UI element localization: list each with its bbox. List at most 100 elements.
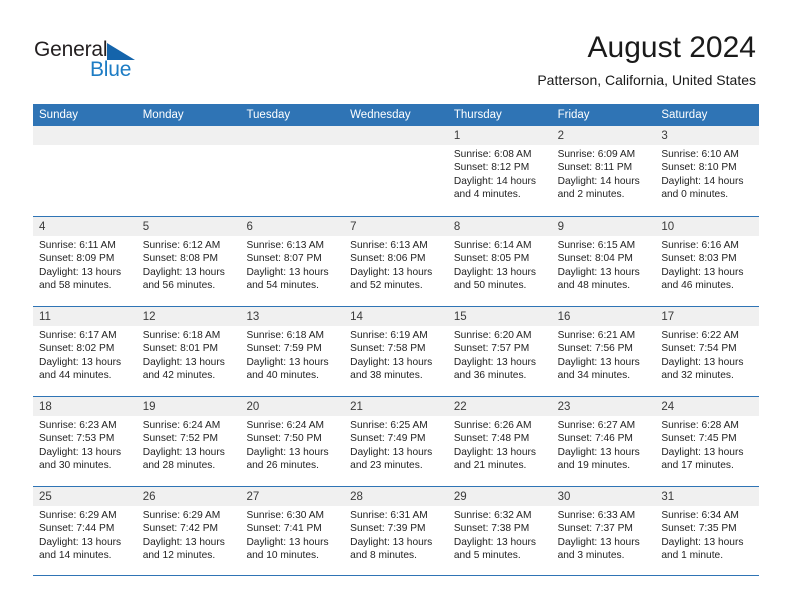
day-cell-1[interactable]: 1 Sunrise: 6:08 AM Sunset: 8:12 PM Daylight… (447, 126, 552, 216)
day-cell-19[interactable]: 19 Sunrise: 6:24 AM Sunset: 7:52 PM Dayligh… (136, 397, 241, 486)
day-cell-15[interactable]: 15 Sunrise: 6:20 AM Sunset: 7:57 PM Dayligh… (447, 307, 552, 396)
day-cell-31[interactable]: 31 Sunrise: 6:34 AM Sunset: 7:35 PM Dayligh… (655, 487, 760, 575)
day-number-band: 22 (447, 397, 552, 416)
day-cell-13[interactable]: 13 Sunrise: 6:18 AM Sunset: 7:59 PM Dayligh… (240, 307, 345, 396)
day-cell-22[interactable]: 22 Sunrise: 6:26 AM Sunset: 7:48 PM Dayligh… (447, 397, 552, 486)
day-details: Sunrise: 6:09 AM Sunset: 8:11 PM Daylight:… (552, 145, 656, 201)
day-number-band (344, 126, 448, 145)
day-details: Sunrise: 6:24 AM Sunset: 7:52 PM Daylight:… (137, 416, 241, 472)
day-number-band: 11 (33, 307, 137, 326)
daylight-text: Daylight: 13 hours (246, 536, 329, 548)
sunset-text: Sunset: 7:42 PM (142, 523, 219, 535)
day-cell-14[interactable]: 14 Sunrise: 6:19 AM Sunset: 7:58 PM Dayligh… (344, 307, 448, 396)
day-cell-23[interactable]: 23 Sunrise: 6:27 AM Sunset: 7:46 PM Dayligh… (551, 397, 656, 486)
day-number: 5 (142, 221, 150, 233)
day-cell-30[interactable]: 30 Sunrise: 6:33 AM Sunset: 7:37 PM Dayligh… (551, 487, 656, 575)
sunrise-text: Sunrise: 6:18 AM (246, 330, 325, 341)
sunset-text: Sunset: 7:37 PM (557, 523, 633, 535)
day-cell-5[interactable]: 5 Sunrise: 6:12 AM Sunset: 8:08 PM Daylight… (136, 217, 241, 306)
day-number: 14 (350, 311, 363, 323)
daylight-text: Daylight: 13 hours (557, 266, 640, 278)
sunset-text: Sunset: 7:44 PM (39, 523, 115, 535)
day-cell-24[interactable]: 24 Sunrise: 6:28 AM Sunset: 7:45 PM Dayligh… (655, 397, 760, 486)
day-cell-20[interactable]: 20 Sunrise: 6:24 AM Sunset: 7:50 PM Dayligh… (240, 397, 345, 486)
day-cell-3[interactable]: 3 Sunrise: 6:10 AM Sunset: 8:10 PM Daylight… (655, 126, 760, 216)
daylight-text: and 8 minutes. (350, 549, 417, 561)
day-cell-29[interactable]: 29 Sunrise: 6:32 AM Sunset: 7:38 PM Dayligh… (447, 487, 552, 575)
day-cell-16[interactable]: 16 Sunrise: 6:21 AM Sunset: 7:56 PM Dayligh… (551, 307, 656, 396)
sunrise-text: Sunrise: 6:30 AM (246, 510, 325, 521)
daylight-text: and 21 minutes. (453, 459, 527, 471)
day-cell-11[interactable]: 11 Sunrise: 6:17 AM Sunset: 8:02 PM Dayligh… (33, 307, 137, 396)
day-number: 15 (453, 311, 467, 323)
day-cell-8[interactable]: 8 Sunrise: 6:14 AM Sunset: 8:05 PM Daylight… (447, 217, 552, 306)
general-blue-logo[interactable]: General Blue (34, 38, 154, 82)
day-number-band (136, 126, 241, 145)
sunset-text: Sunset: 8:08 PM (142, 253, 219, 265)
day-number: 24 (661, 401, 675, 413)
day-cell-27[interactable]: 27 Sunrise: 6:30 AM Sunset: 7:41 PM Dayligh… (240, 487, 345, 575)
daylight-text: Daylight: 13 hours (142, 356, 225, 368)
calendar-grid: Sunday Monday Tuesday Wednesday Thursday Frid… (33, 104, 760, 576)
day-number-band: 4 (33, 217, 137, 236)
daylight-text: Daylight: 13 hours (557, 356, 640, 368)
day-details: Sunrise: 6:23 AM Sunset: 7:53 PM Daylight:… (33, 416, 137, 472)
sunrise-text: Sunrise: 6:18 AM (142, 330, 221, 341)
sunset-text: Sunset: 8:12 PM (453, 162, 530, 174)
day-details: Sunrise: 6:15 AM Sunset: 8:04 PM Daylight:… (552, 236, 656, 292)
day-number-band: 10 (655, 217, 760, 236)
day-cell-12[interactable]: 12 Sunrise: 6:18 AM Sunset: 8:01 PM Dayligh… (136, 307, 241, 396)
calendar-week-row: 11 Sunrise: 6:17 AM Sunset: 8:02 PM Dayligh… (33, 306, 760, 396)
day-cell-26[interactable]: 26 Sunrise: 6:29 AM Sunset: 7:42 PM Dayligh… (136, 487, 241, 575)
day-number-band: 17 (655, 307, 760, 326)
day-number: 31 (661, 491, 675, 503)
daylight-text: Daylight: 13 hours (39, 356, 122, 368)
day-cell-28[interactable]: 28 Sunrise: 6:31 AM Sunset: 7:39 PM Dayligh… (344, 487, 448, 575)
day-details: Sunrise: 6:32 AM Sunset: 7:38 PM Daylight:… (448, 506, 552, 562)
daylight-text: Daylight: 13 hours (350, 266, 433, 278)
day-number: 26 (142, 491, 156, 503)
day-cell-6[interactable]: 6 Sunrise: 6:13 AM Sunset: 8:07 PM Daylight… (240, 217, 345, 306)
sunrise-text: Sunrise: 6:33 AM (557, 510, 636, 521)
day-details: Sunrise: 6:16 AM Sunset: 8:03 PM Daylight:… (655, 236, 759, 292)
day-number: 16 (557, 311, 571, 323)
calendar-page: General Blue August 2024 Patterson, Cali… (0, 0, 792, 612)
daylight-text: and 3 minutes. (557, 549, 625, 561)
daylight-text: and 17 minutes. (661, 459, 734, 471)
day-cell-21[interactable]: 21 Sunrise: 6:25 AM Sunset: 7:49 PM Dayligh… (344, 397, 448, 486)
sunrise-text: Sunrise: 6:26 AM (453, 420, 532, 431)
sunset-text: Sunset: 7:35 PM (661, 523, 737, 535)
day-cell-2[interactable]: 2 Sunrise: 6:09 AM Sunset: 8:11 PM Daylight… (551, 126, 656, 216)
day-number-band: 20 (240, 397, 345, 416)
day-cell-4[interactable]: 4 Sunrise: 6:11 AM Sunset: 8:09 PM Daylight… (33, 217, 137, 306)
day-number: 10 (661, 221, 675, 233)
sunset-text: Sunset: 7:56 PM (557, 343, 633, 355)
daylight-text: and 42 minutes. (142, 369, 216, 381)
sunrise-text: Sunrise: 6:25 AM (350, 420, 428, 431)
day-cell-25[interactable]: 25 Sunrise: 6:29 AM Sunset: 7:44 PM Dayligh… (33, 487, 137, 575)
calendar-weeks: 1 Sunrise: 6:08 AM Sunset: 8:12 PM Daylight… (33, 126, 760, 576)
sunrise-text: Sunrise: 6:12 AM (142, 240, 221, 251)
sunrise-text: Sunrise: 6:19 AM (350, 330, 428, 341)
day-details (137, 145, 241, 148)
daylight-text: and 52 minutes. (350, 279, 423, 291)
day-details: Sunrise: 6:13 AM Sunset: 8:06 PM Daylight:… (344, 236, 448, 292)
day-cell-18[interactable]: 18 Sunrise: 6:23 AM Sunset: 7:53 PM Dayligh… (33, 397, 137, 486)
daylight-text: Daylight: 13 hours (453, 446, 536, 458)
daylight-text: Daylight: 13 hours (453, 356, 536, 368)
day-cell-9[interactable]: 9 Sunrise: 6:15 AM Sunset: 8:04 PM Daylight… (551, 217, 656, 306)
sunset-text: Sunset: 8:09 PM (39, 253, 115, 265)
sunrise-text: Sunrise: 6:08 AM (453, 149, 532, 160)
day-number: 4 (39, 221, 46, 233)
day-cell-7[interactable]: 7 Sunrise: 6:13 AM Sunset: 8:06 PM Daylight… (344, 217, 448, 306)
daylight-text: and 46 minutes. (661, 279, 734, 291)
day-number: 19 (142, 401, 156, 413)
day-number-band: 3 (655, 126, 760, 145)
sunrise-text: Sunrise: 6:11 AM (39, 240, 116, 251)
sunrise-text: Sunrise: 6:13 AM (246, 240, 325, 251)
day-number: 6 (246, 221, 253, 233)
day-cell-10[interactable]: 10 Sunrise: 6:16 AM Sunset: 8:03 PM Dayligh… (655, 217, 760, 306)
day-cell-17[interactable]: 17 Sunrise: 6:22 AM Sunset: 7:54 PM Dayligh… (655, 307, 760, 396)
day-number-band: 19 (136, 397, 241, 416)
daylight-text: Daylight: 13 hours (453, 266, 536, 278)
